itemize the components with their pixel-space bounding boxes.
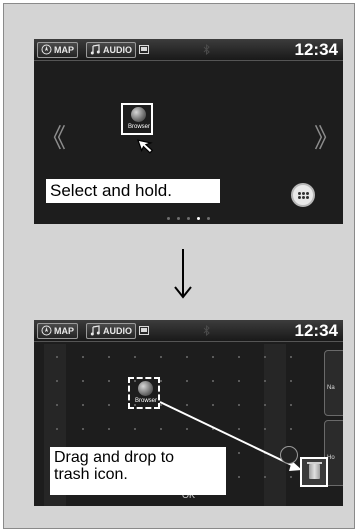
map-button[interactable]: MAP [37,42,78,58]
page-dot [177,217,180,220]
circle-button[interactable] [280,446,298,464]
clock: 12:34 [294,40,338,59]
instruction-callout: Drag and drop to trash icon. [50,447,226,495]
phone-icon [139,45,149,54]
audio-label: AUDIO [103,45,132,55]
app-label: Browser [127,124,150,130]
map-icon [41,44,52,55]
menu-grid-icon[interactable] [291,183,315,207]
pointer-hand-icon [137,139,154,154]
map-label: MAP [54,45,74,55]
bluetooth-icon [203,44,210,55]
browser-app-icon[interactable]: Browser [121,103,153,135]
page-dot [187,217,190,220]
audio-button[interactable]: AUDIO [86,42,136,58]
home-screen-step2: MAP AUDIO 12:34 Na Ho Browser OK Drag an… [34,320,343,506]
instruction-callout: Select and hold. [46,179,220,203]
instruction-panel: MAP AUDIO 12:34 《 》 Browser Select and h… [3,3,355,529]
music-note-icon [90,44,100,55]
callout-line-1: Drag and drop to [54,449,175,466]
down-arrow-icon [174,249,192,299]
previous-page-arrow[interactable]: 《 [40,125,66,151]
trash-icon[interactable] [300,457,328,487]
status-bar: MAP AUDIO 12:34 [34,39,343,61]
next-page-arrow[interactable]: 》 [314,125,340,151]
page-indicator [161,217,221,221]
page-dot [167,217,170,220]
home-screen-step1: MAP AUDIO 12:34 《 》 Browser Select and h… [34,39,343,224]
trash-can [309,464,320,479]
page-dot-active [197,217,200,220]
page-dot [207,217,210,220]
callout-line-2: trash icon. [54,466,128,483]
browser-globe-icon [131,107,146,122]
